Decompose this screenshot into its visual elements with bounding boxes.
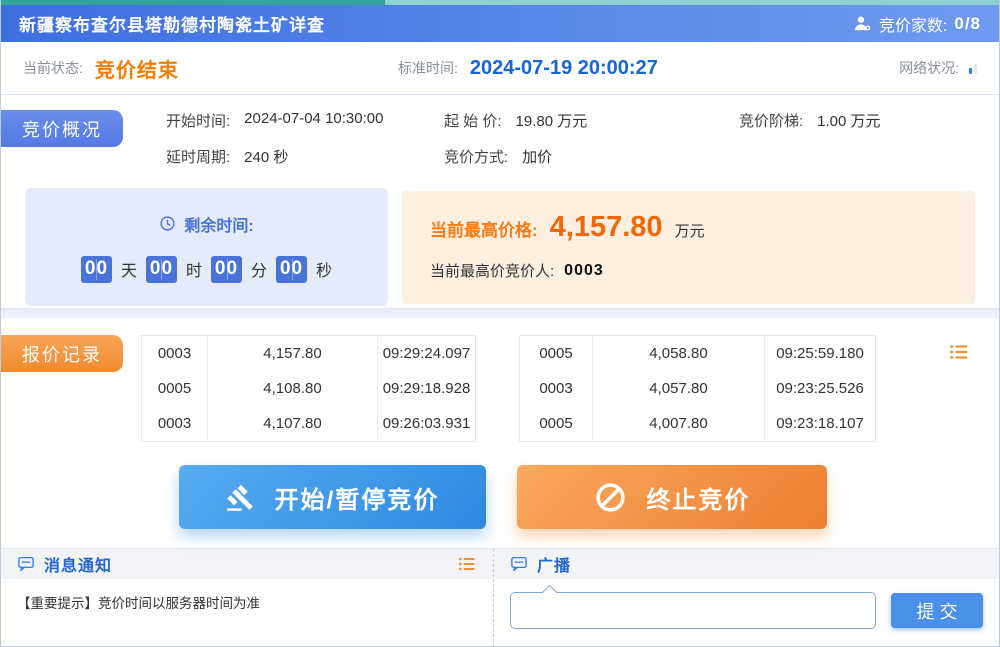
message-notice-panel: 消息通知 【重要提示】竞价时间以服务器时间为准 [1, 549, 494, 647]
auction-overview-section: 竞价概况 开始时间: 2024-07-04 10:30:00 起 始 价: 19… [1, 95, 999, 308]
bid-method-value: 加价 [522, 146, 552, 167]
network-signal-icon [969, 62, 977, 74]
broadcast-panel: 广播 提 交 [494, 549, 999, 647]
notice-message: 【重要提示】竞价时间以服务器时间为准 [1, 579, 493, 625]
bid-records-table-right: 0005 4,058.80 09:25:59.180 0003 4,057.80… [519, 335, 876, 442]
start-price-label: 起 始 价: [444, 110, 502, 131]
start-pause-label: 开始/暂停竞价 [275, 480, 440, 515]
speech-bubble-icon [17, 555, 35, 573]
bid-row-bidder: 0003 [520, 371, 592, 406]
bid-method-label: 竞价方式: [444, 146, 508, 167]
status-bar: 当前状态: 竞价结束 标准时间: 2024-07-19 20:00:27 网络状… [1, 42, 999, 95]
records-section-tag: 报价记录 [1, 335, 123, 372]
bid-row-price: 4,108.80 [207, 371, 377, 406]
bid-method-field: 竞价方式: 加价 [444, 146, 739, 167]
auction-state: 竞价结束 [95, 54, 179, 83]
footer: 消息通知 【重要提示】竞价时间以服务器时间为准 [1, 548, 999, 647]
submit-button[interactable]: 提 交 [891, 593, 983, 628]
terminate-bid-button[interactable]: 终止竞价 [517, 465, 827, 529]
bid-records-section: 报价记录 0003 4,157.80 09:29:24.097 0005 4,1… [1, 318, 999, 548]
speech-bubble-icon [510, 555, 528, 573]
bid-records-table-left: 0003 4,157.80 09:29:24.097 0005 4,108.80… [141, 335, 476, 442]
auction-window: 新疆察布查尔县塔勒德村陶瓷土矿详查 竞价家数: 0/8 当前状态: 竞价结束 标… [0, 0, 1000, 647]
highest-price-panel: 当前最高价格: 4,157.80 万元 当前最高价竞价人: 0003 [402, 191, 975, 304]
bid-row-time: 09:26:03.931 [377, 406, 475, 441]
terminate-label: 终止竞价 [647, 480, 751, 515]
increment-field: 竞价阶梯: 1.00 万元 [739, 110, 979, 131]
standard-time-value: 2024-07-19 20:00:27 [470, 57, 658, 80]
unit-day: 天 [121, 257, 137, 281]
start-price-field: 起 始 价: 19.80 万元 [444, 110, 739, 131]
bid-row-time: 09:25:59.180 [764, 336, 875, 371]
broadcast-title: 广播 [537, 552, 571, 576]
bid-row-time: 09:29:18.928 [377, 371, 475, 406]
start-time-field: 开始时间: 2024-07-04 10:30:00 [166, 110, 444, 131]
delay-period-label: 延时周期: [166, 146, 230, 167]
start-time-label: 开始时间: [166, 110, 230, 131]
highest-price-unit: 万元 [675, 220, 705, 241]
bid-row-bidder: 0005 [142, 371, 207, 406]
highest-price-label: 当前最高价格: [430, 216, 538, 241]
start-price-value: 19.80 万元 [516, 110, 588, 131]
users-icon [853, 14, 872, 33]
start-time-value: 2024-07-04 10:30:00 [244, 110, 383, 131]
increment-label: 竞价阶梯: [739, 110, 803, 131]
delay-period-value: 240 秒 [244, 146, 288, 167]
bidders-count: 竞价家数: 0/8 [853, 12, 981, 36]
start-pause-bid-button[interactable]: 开始/暂停竞价 [179, 465, 486, 529]
bidders-value: 0/8 [954, 14, 981, 34]
state-label: 当前状态: [23, 58, 83, 78]
unit-minute: 分 [251, 257, 267, 281]
page-title: 新疆察布查尔县塔勒德村陶瓷土矿详查 [19, 11, 325, 36]
bid-row-price: 4,157.80 [207, 336, 377, 371]
bid-row-time: 09:23:25.526 [764, 371, 875, 406]
highest-bidder-value: 0003 [564, 262, 604, 280]
countdown-label: 剩余时间: [184, 212, 253, 236]
countdown-days: 00 [81, 256, 112, 283]
standard-time-label: 标准时间: [398, 58, 458, 78]
notice-title: 消息通知 [44, 552, 112, 576]
increment-value: 1.00 万元 [817, 110, 880, 131]
bid-row-price: 4,058.80 [592, 336, 764, 371]
network-status-label: 网络状况: [899, 58, 959, 78]
bid-row-price: 4,057.80 [592, 371, 764, 406]
bid-row-time: 09:29:24.097 [377, 336, 475, 371]
countdown-seconds: 00 [276, 256, 307, 283]
bid-row-bidder: 0003 [142, 336, 207, 371]
broadcast-input[interactable] [510, 592, 876, 629]
bid-row-bidder: 0005 [520, 406, 592, 441]
unit-hour: 时 [186, 257, 202, 281]
bid-row-time: 09:23:18.107 [764, 406, 875, 441]
delay-period-field: 延时周期: 240 秒 [166, 146, 444, 167]
bid-row-price: 4,107.80 [207, 406, 377, 441]
overview-section-tag: 竞价概况 [1, 110, 123, 147]
gavel-icon [226, 483, 255, 512]
highest-bidder-label: 当前最高价竞价人: [430, 260, 554, 281]
countdown-hours: 00 [146, 256, 177, 283]
records-list-icon[interactable] [948, 341, 970, 363]
bidders-label: 竞价家数: [879, 12, 947, 36]
section-divider [1, 308, 999, 318]
clock-icon [159, 215, 176, 232]
highest-price-value: 4,157.80 [550, 211, 663, 244]
bid-row-price: 4,007.80 [592, 406, 764, 441]
unit-second: 秒 [316, 257, 332, 281]
overview-info-grid: 开始时间: 2024-07-04 10:30:00 起 始 价: 19.80 万… [166, 110, 979, 167]
countdown-panel: 剩余时间: 00 天 00 时 00 分 00 秒 [25, 188, 388, 306]
countdown-minutes: 00 [211, 256, 242, 283]
bid-row-bidder: 0003 [142, 406, 207, 441]
app-header: 新疆察布查尔县塔勒德村陶瓷土矿详查 竞价家数: 0/8 [1, 5, 999, 42]
notice-list-icon[interactable] [457, 554, 477, 574]
bid-row-bidder: 0005 [520, 336, 592, 371]
prohibition-icon [594, 481, 627, 514]
